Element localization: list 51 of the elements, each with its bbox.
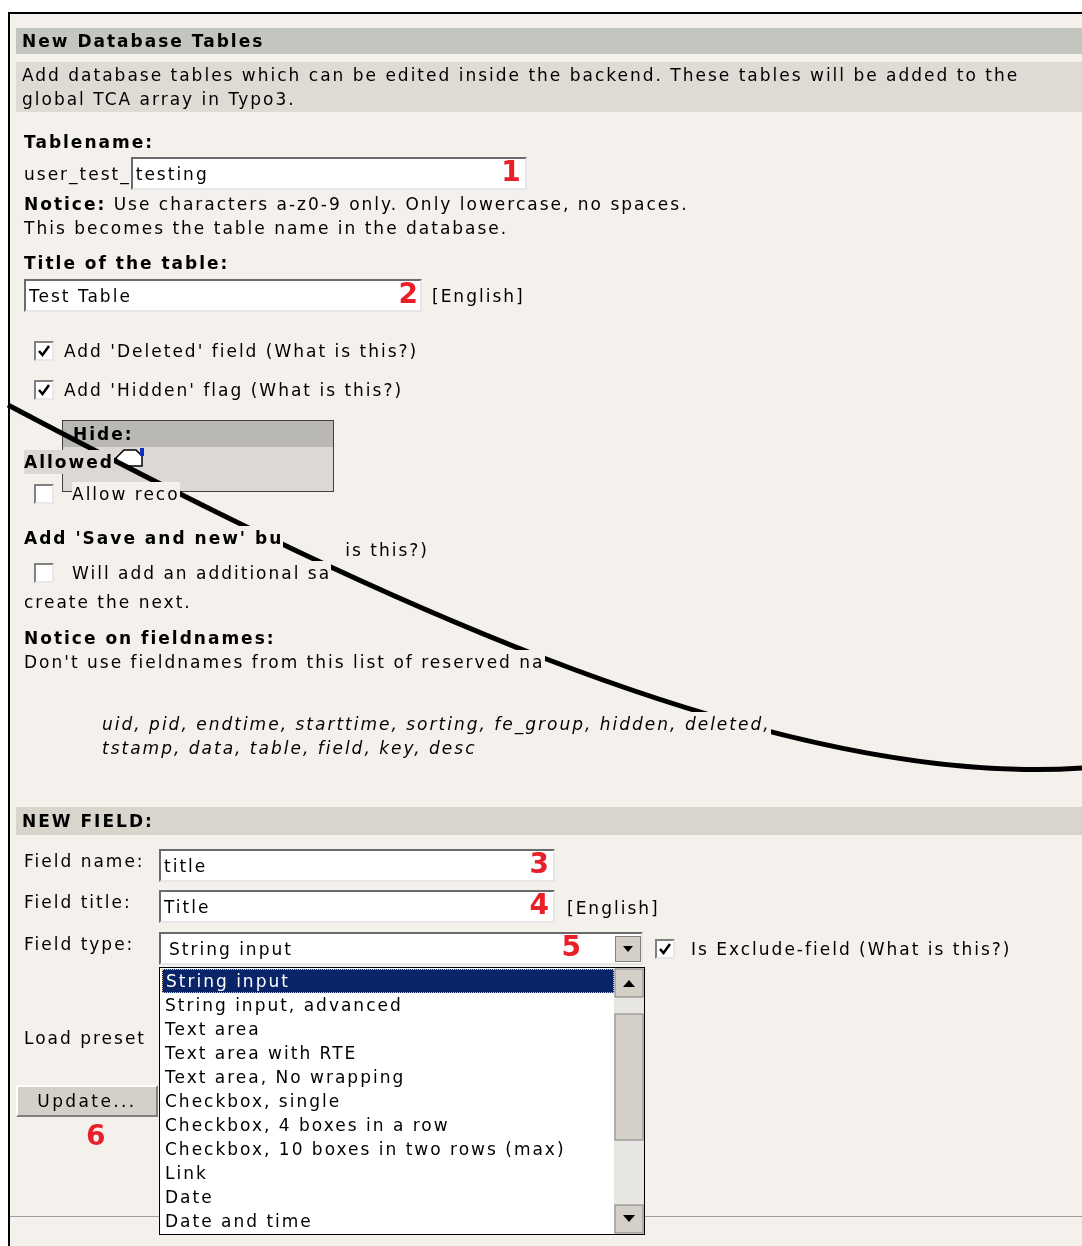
dropdown-option[interactable]: Text area with RTE: [162, 1041, 614, 1065]
checkmark-icon: [37, 383, 51, 397]
field-label: Field name:: [24, 850, 146, 873]
field-label: Add 'Save and new' bu: [24, 526, 284, 550]
notice-text: This becomes the table name in the database.: [24, 217, 510, 240]
annotation-number: 1: [501, 155, 523, 189]
checkbox[interactable]: [34, 341, 54, 361]
language-label: [English]: [432, 284, 525, 308]
checkmark-icon: [37, 344, 51, 358]
checkbox[interactable]: [34, 563, 54, 583]
field-label: Title of the table:: [24, 252, 231, 275]
annotation-number: 3: [529, 847, 551, 881]
dropdown-option[interactable]: Link: [162, 1161, 614, 1185]
annotation-number: 5: [561, 930, 583, 964]
annotation-number: 2: [398, 277, 420, 311]
checkmark-icon: [658, 941, 672, 956]
dropdown-option[interactable]: Text area: [162, 1017, 614, 1041]
dropdown-option[interactable]: Checkbox, single: [162, 1089, 614, 1113]
section-description: Add database tables which can be edited inside the backend. These tables will be added to the global TCA array in Typo3.: [16, 62, 1082, 112]
section-header: NEW FIELD:: [16, 807, 1082, 835]
tooltip-title: Hide:: [63, 421, 333, 447]
update-button[interactable]: Update...: [16, 1085, 158, 1117]
field-label: Tablename:: [24, 131, 156, 154]
field-label: Notice on fieldnames:: [24, 627, 276, 650]
checkbox-label: Add 'Deleted' field (What is this?): [64, 340, 419, 363]
checkbox-description: create the next.: [24, 591, 192, 614]
annotation-number: 4: [529, 888, 551, 922]
dropdown-option[interactable]: Checkbox, 10 boxes in two rows (max): [162, 1137, 614, 1161]
field-label: Allowed: [24, 450, 114, 474]
checkbox-label: Add 'Hidden' flag (What is this?): [64, 379, 404, 402]
reserved-names: uid, pid, endtime, starttime, sorting, fe_group, hidden, deleted,: [102, 712, 771, 736]
dropdown-option[interactable]: String input, advanced: [162, 993, 614, 1017]
help-link[interactable]: is this?): [345, 538, 429, 562]
checkbox[interactable]: [34, 380, 54, 400]
section-header: New Database Tables: [16, 28, 1082, 54]
field-label: Field title:: [24, 891, 133, 914]
dropdown-option[interactable]: Text area, No wrapping: [162, 1065, 614, 1089]
checkbox[interactable]: [655, 938, 675, 959]
dropdown-option[interactable]: String input: [162, 969, 614, 993]
table-prefix: user_test_: [24, 162, 131, 186]
dropdown-option[interactable]: Checkbox, 4 boxes in a row: [162, 1113, 614, 1137]
dropdown-option[interactable]: Date: [162, 1185, 614, 1209]
annotation-number: 6: [86, 1119, 108, 1153]
language-label: [English]: [567, 897, 660, 920]
field-label: Load preset: [24, 1027, 147, 1050]
notice-text: Notice: Use characters a-z0-9 only. Only lowercase, no spaces.: [24, 193, 690, 216]
checkbox-label: Is Exclude-field (What is this?): [691, 937, 1012, 961]
checkbox[interactable]: [34, 484, 54, 504]
field-label: Field type:: [24, 933, 136, 956]
dropdown-option[interactable]: Date and time: [162, 1209, 614, 1233]
scrollbar[interactable]: [614, 968, 644, 1234]
